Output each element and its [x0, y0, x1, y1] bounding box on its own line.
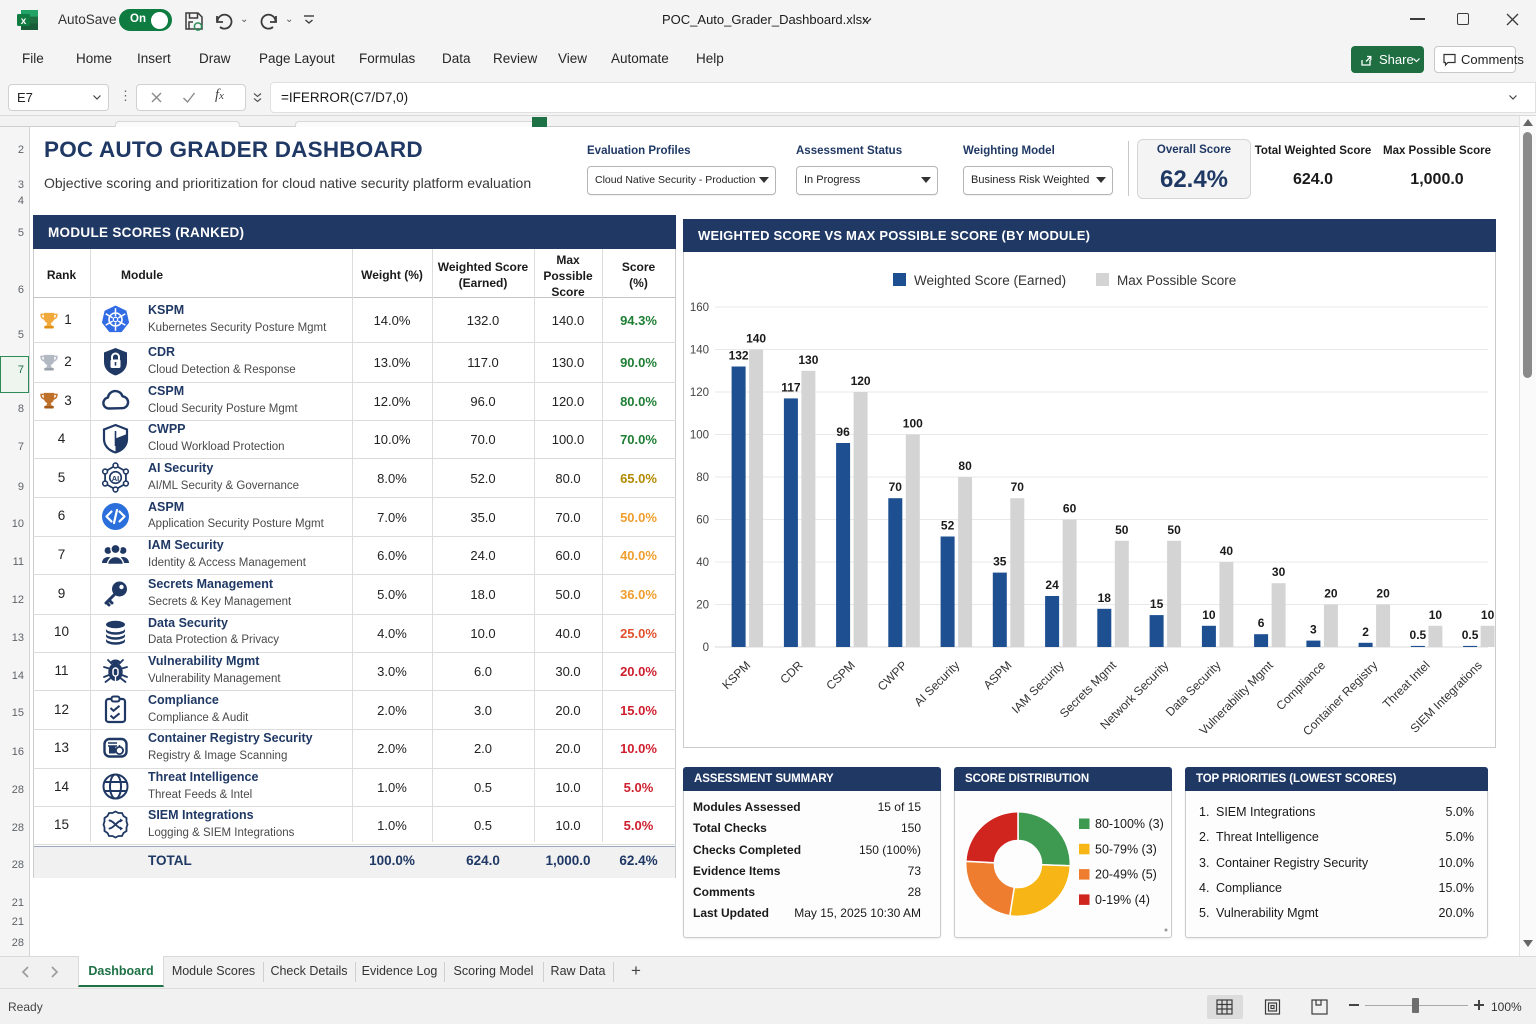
- svg-text:80: 80: [958, 459, 972, 473]
- svg-text:140: 140: [690, 345, 709, 357]
- svg-text:AI: AI: [112, 474, 120, 483]
- svg-text:100: 100: [690, 430, 709, 442]
- svg-text:35: 35: [993, 555, 1007, 569]
- svg-text:20-49% (5): 20-49% (5): [1095, 868, 1157, 882]
- svg-text:10: 10: [1481, 608, 1495, 622]
- svg-text:3: 3: [1310, 623, 1317, 637]
- svg-text:70: 70: [1011, 480, 1025, 494]
- svg-text:80: 80: [696, 472, 709, 484]
- svg-text:Compliance: Compliance: [1273, 658, 1328, 713]
- svg-text:2: 2: [1362, 625, 1369, 639]
- svg-text:50-79% (3): 50-79% (3): [1095, 842, 1157, 856]
- svg-text:Weighted Score (Earned): Weighted Score (Earned): [914, 273, 1066, 288]
- svg-text:15: 15: [1150, 597, 1164, 611]
- svg-text:20: 20: [1376, 587, 1390, 601]
- svg-text:Max Possible Score: Max Possible Score: [1117, 273, 1236, 288]
- svg-text:130: 130: [798, 353, 818, 367]
- svg-text:30: 30: [1272, 565, 1286, 579]
- svg-text:40: 40: [1220, 544, 1234, 558]
- svg-text:0.5: 0.5: [1462, 628, 1479, 642]
- svg-text:20: 20: [1324, 587, 1338, 601]
- svg-text:6: 6: [1258, 616, 1265, 630]
- svg-text:IAM Security: IAM Security: [1009, 658, 1067, 716]
- svg-text:52: 52: [941, 519, 955, 533]
- svg-text:100: 100: [903, 417, 923, 431]
- svg-text:50: 50: [1115, 523, 1129, 537]
- svg-text:0: 0: [703, 642, 709, 654]
- svg-text:117: 117: [781, 380, 801, 394]
- svg-text:50: 50: [1167, 523, 1181, 537]
- svg-text:CSPM: CSPM: [823, 658, 857, 692]
- svg-text:20: 20: [696, 600, 709, 612]
- svg-text:132: 132: [729, 349, 749, 363]
- svg-text:10: 10: [1429, 608, 1443, 622]
- svg-text:AI Security: AI Security: [911, 658, 962, 709]
- svg-text:120: 120: [690, 387, 709, 399]
- svg-text:70: 70: [889, 480, 903, 494]
- svg-text:96: 96: [836, 425, 850, 439]
- svg-text:140: 140: [746, 332, 766, 346]
- svg-text:CWPP: CWPP: [875, 658, 910, 693]
- svg-text:60: 60: [1063, 502, 1077, 516]
- svg-text:120: 120: [851, 374, 871, 388]
- svg-text:24: 24: [1045, 578, 1059, 592]
- svg-text:60: 60: [696, 515, 709, 527]
- svg-text:0-19% (4): 0-19% (4): [1095, 893, 1150, 907]
- svg-text:CDR: CDR: [777, 658, 806, 687]
- svg-text:ASPM: ASPM: [981, 658, 1015, 692]
- svg-text:10: 10: [1202, 608, 1216, 622]
- svg-text:80-100% (3): 80-100% (3): [1095, 817, 1164, 831]
- svg-text:x: x: [21, 16, 27, 27]
- svg-text:160: 160: [690, 302, 709, 314]
- svg-text:40: 40: [696, 557, 709, 569]
- svg-text:Threat Intel: Threat Intel: [1380, 658, 1433, 711]
- svg-text:KSPM: KSPM: [719, 658, 753, 692]
- svg-text:18: 18: [1098, 591, 1112, 605]
- svg-text:0.5: 0.5: [1410, 628, 1427, 642]
